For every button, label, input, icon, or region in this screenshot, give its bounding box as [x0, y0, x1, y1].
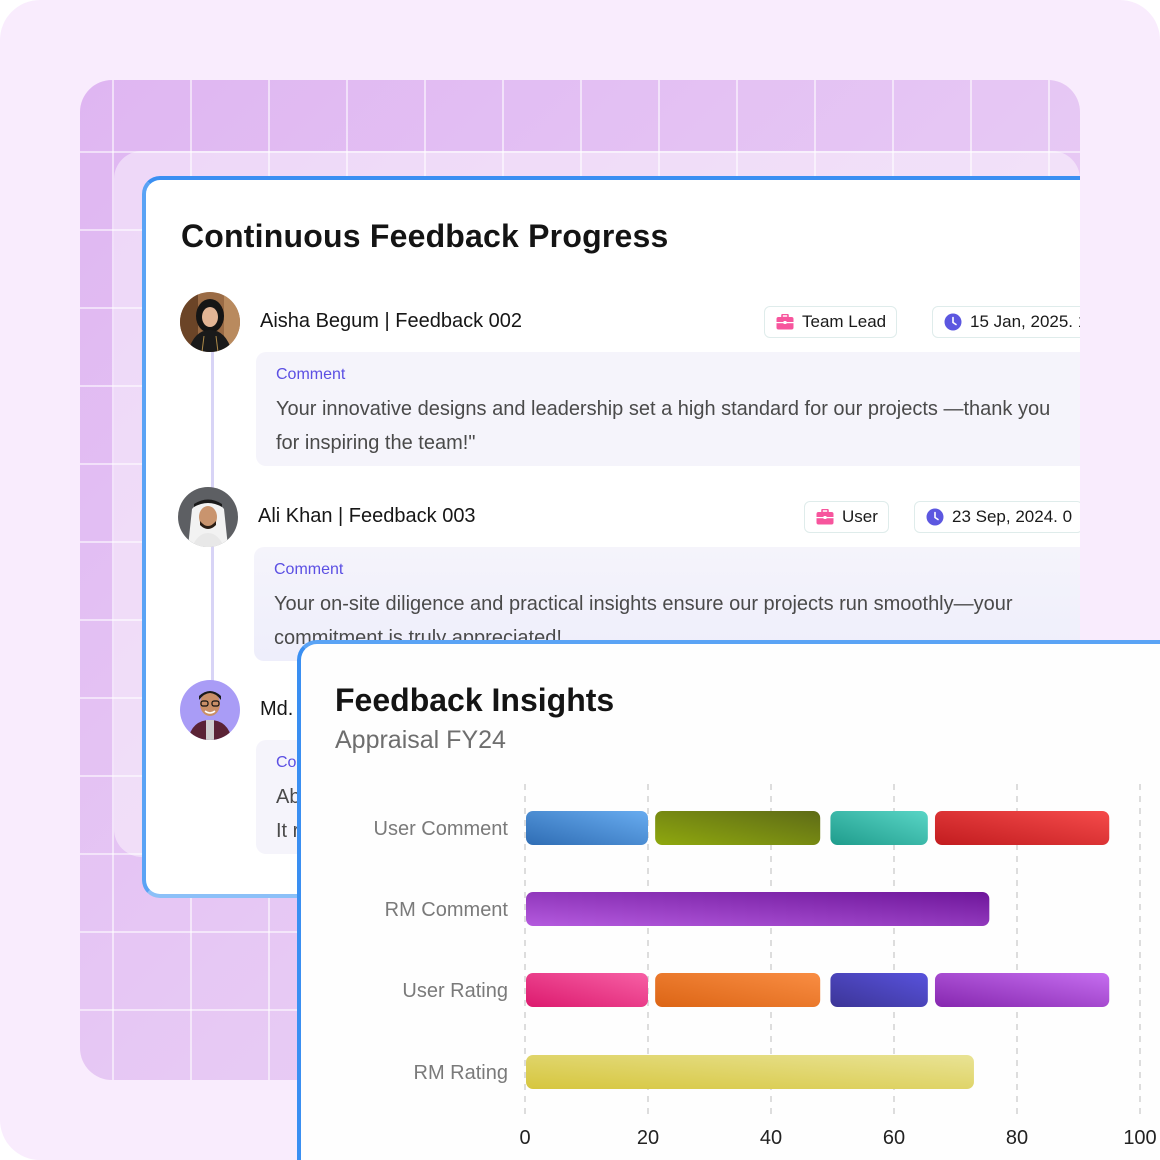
date-label: 15 Jan, 2025. 1: [970, 312, 1080, 331]
bar-segment[interactable]: [655, 973, 821, 1007]
clock-icon: [944, 313, 962, 331]
feedback-author-name: Aisha Begum | Feedback 002: [260, 310, 523, 332]
x-tick-label: 60: [883, 1127, 905, 1149]
comment-label: Comment: [276, 366, 346, 383]
clock-icon: [926, 508, 944, 526]
role-badge: Team Lead: [764, 306, 898, 338]
bar-segment[interactable]: [655, 811, 821, 845]
bar-segment[interactable]: [934, 811, 1110, 845]
avatar-md: [180, 680, 240, 740]
category-label: User Rating: [402, 980, 508, 1002]
feedback-author-name: Ali Khan | Feedback 003: [258, 505, 476, 527]
date-badge: 23 Sep, 2024. 0: [914, 501, 1080, 533]
bar-segment[interactable]: [830, 973, 928, 1007]
bar-segment[interactable]: [934, 973, 1110, 1007]
date-label: 23 Sep, 2024. 0: [952, 507, 1073, 526]
x-tick-label: 0: [519, 1127, 530, 1149]
category-label: RM Rating: [414, 1062, 508, 1084]
feedback-insights-card: Feedback Insights Appraisal FY24 0 20 40 60…: [297, 640, 1160, 1160]
bar-segment[interactable]: [526, 892, 990, 926]
x-tick-label: 100: [1123, 1127, 1156, 1149]
bar-segment[interactable]: [526, 811, 648, 845]
feedback-progress-title: Continuous Feedback Progress: [181, 218, 669, 254]
avatar-aisha: [180, 292, 240, 352]
feedback-insights-chart: 0 20 40 60 80 100 User Comment RM Comment User R…: [374, 784, 1157, 1149]
comment-label: Co: [276, 754, 297, 771]
x-tick-label: 40: [760, 1127, 782, 1149]
comment-box: Comment Your innovative designs and lead…: [256, 352, 1080, 466]
category-label: RM Comment: [385, 899, 509, 921]
x-tick-label: 80: [1006, 1127, 1028, 1149]
role-label: Team Lead: [802, 312, 887, 331]
x-tick-label: 20: [637, 1127, 659, 1149]
comment-label: Comment: [274, 561, 344, 578]
bar-segment[interactable]: [526, 973, 648, 1007]
date-badge: 15 Jan, 2025. 1: [932, 306, 1080, 338]
category-label: User Comment: [374, 818, 509, 840]
feedback-author-name: Md.: [260, 698, 294, 720]
bar-segment[interactable]: [830, 811, 928, 845]
role-badge: User: [804, 501, 889, 533]
briefcase-icon: [776, 314, 794, 330]
briefcase-icon: [816, 509, 834, 525]
avatar-ali: [178, 487, 238, 547]
bar-segment[interactable]: [526, 1055, 974, 1089]
role-label: User: [842, 507, 878, 526]
comment-text: Your innovative designs and leadership s…: [276, 398, 1051, 454]
